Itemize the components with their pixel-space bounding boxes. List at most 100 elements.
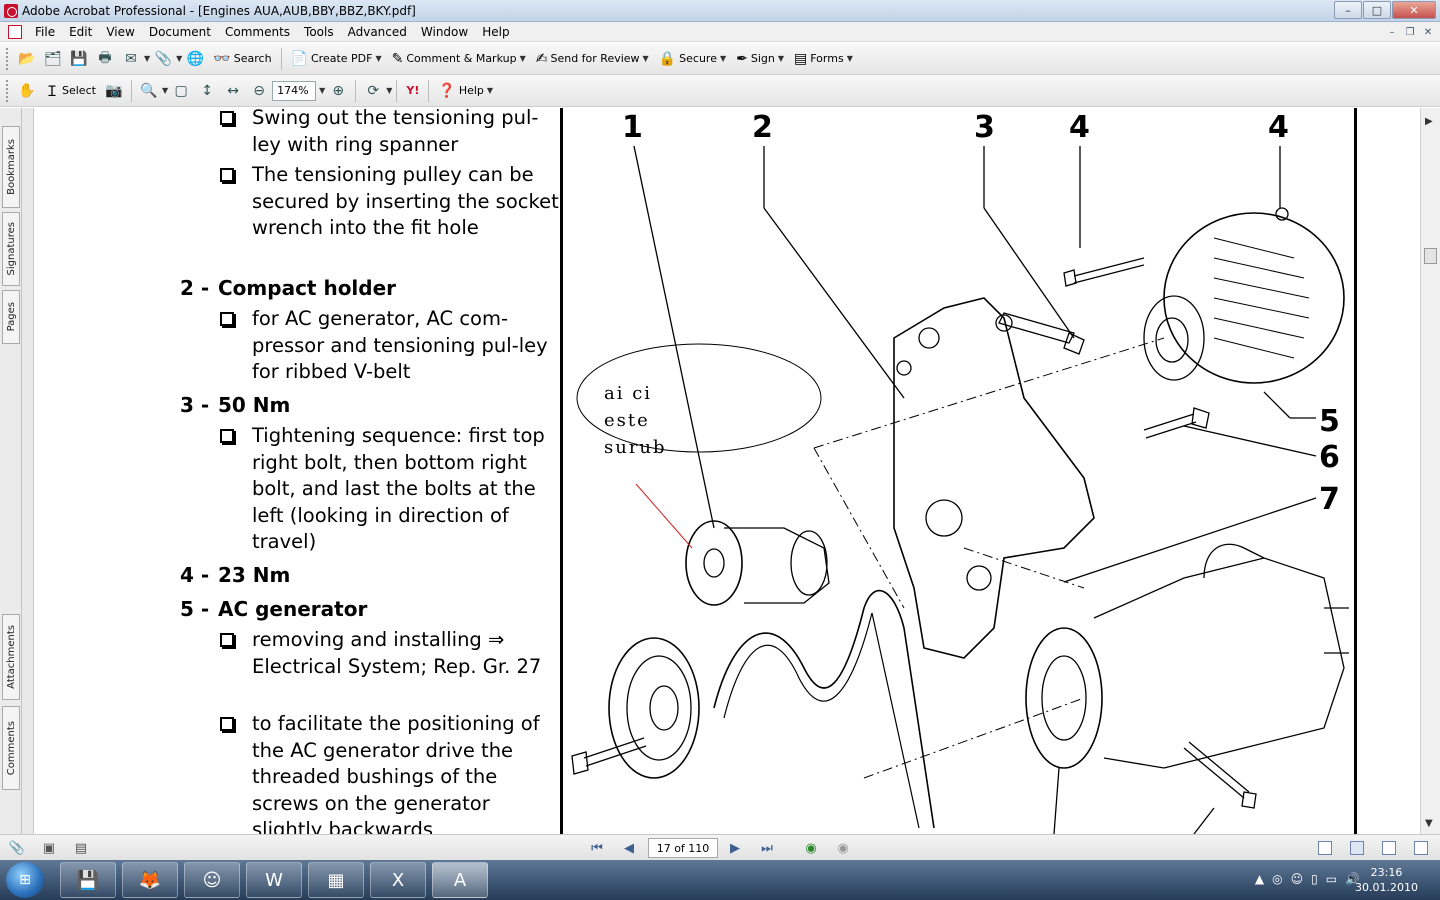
document-window-controls: – ❐ ✕ <box>1384 25 1436 39</box>
print-icon[interactable]: 🖶 <box>94 48 116 70</box>
close-button[interactable]: ✕ <box>1392 1 1436 19</box>
list-item: Tightening sequence: first top right bol… <box>220 423 560 556</box>
rotate-dropdown-icon[interactable]: ▼ <box>386 86 392 95</box>
rotate-view-icon[interactable]: ⟳ <box>362 80 384 102</box>
acrobat-icon <box>4 3 18 18</box>
continuous-view-icon[interactable] <box>1350 841 1364 855</box>
scroll-down-icon[interactable]: ▼ <box>1425 818 1433 829</box>
taskbar-word[interactable]: W <box>246 862 302 898</box>
comment-markup-button[interactable]: ✎ Comment & Markup ▼ <box>387 47 531 71</box>
tab-pages[interactable]: Pages <box>2 290 20 344</box>
zoom-level-dropdown-icon[interactable]: ▼ <box>319 86 325 95</box>
tab-attachments[interactable]: Attachments <box>2 614 20 700</box>
menu-view[interactable]: View <box>99 25 141 39</box>
scroll-thumb[interactable] <box>1424 248 1437 264</box>
continuous-facing-view-icon[interactable] <box>1414 841 1428 855</box>
tab-signatures[interactable]: Signatures <box>2 212 20 286</box>
search-button[interactable]: 👓 Search <box>208 47 276 71</box>
taskbar-yahoo-messenger[interactable]: ☺ <box>184 862 240 898</box>
menu-comments[interactable]: Comments <box>218 25 297 39</box>
doc-minimize-button[interactable]: – <box>1384 25 1400 39</box>
forms-button[interactable]: ▤ Forms ▼ <box>789 47 858 71</box>
organizer-icon[interactable]: 🗂 <box>42 48 64 70</box>
tray-network-icon[interactable]: ◎ <box>1272 872 1282 886</box>
facing-view-icon[interactable] <box>1382 841 1396 855</box>
callout-2: 2 <box>752 110 773 145</box>
menu-document[interactable]: Document <box>142 25 218 39</box>
send-review-button[interactable]: ✍ Send for Review ▼ <box>531 47 654 71</box>
fit-width-icon[interactable]: ↔ <box>222 80 244 102</box>
actual-size-icon[interactable]: ▢ <box>170 80 192 102</box>
page-number-field[interactable]: 17 of 110 <box>648 838 718 858</box>
menu-tools[interactable]: Tools <box>297 25 341 39</box>
menu-file[interactable]: File <box>28 25 62 39</box>
previous-page-button[interactable]: ◀ <box>618 839 640 857</box>
panel-splitter[interactable] <box>22 108 34 834</box>
zoom-level-input[interactable]: 174% <box>272 80 317 101</box>
create-pdf-button[interactable]: 📄 Create PDF ▼ <box>286 47 387 71</box>
web-search-icon[interactable]: 🌐 <box>184 48 206 70</box>
open-folder-icon[interactable]: 📂 <box>16 48 38 70</box>
help-button[interactable]: ❓ Help ▼ <box>433 79 498 103</box>
clock-time: 23:16 <box>1370 866 1403 879</box>
hand-tool-icon[interactable]: ✋ <box>16 80 38 102</box>
menu-advanced[interactable]: Advanced <box>341 25 414 39</box>
secure-button[interactable]: 🔒 Secure ▼ <box>654 47 731 71</box>
menu-help[interactable]: Help <box>475 25 516 39</box>
scroll-up-icon[interactable]: ▶ <box>1425 116 1433 127</box>
engine-diagram: 1 2 3 4 4 5 6 7 ai ci este surub <box>564 108 1356 834</box>
vertical-scrollbar[interactable]: ▶ ▼ <box>1420 108 1440 834</box>
go-back-button[interactable]: ◉ <box>800 839 822 857</box>
zoom-in-icon[interactable]: 🔍 <box>138 80 160 102</box>
document-view[interactable]: Swing out the tensioning pul-ley with ri… <box>34 108 1420 834</box>
save-icon[interactable]: 💾 <box>68 48 90 70</box>
document-icon[interactable] <box>8 24 22 39</box>
attach-status-icon[interactable]: 📎 <box>6 839 28 857</box>
email-icon[interactable]: ✉ <box>120 48 142 70</box>
zoom-plus-icon[interactable]: ⊕ <box>327 80 349 102</box>
yahoo-toolbar-button[interactable]: Y! <box>401 79 424 103</box>
next-page-button[interactable]: ▶ <box>724 839 746 857</box>
tray-device-icon[interactable]: ▯ <box>1311 872 1318 886</box>
start-button[interactable]: ⊞ <box>6 862 44 898</box>
tray-display-icon[interactable]: ▭ <box>1326 872 1337 886</box>
checkbox-bullet-icon <box>220 111 234 125</box>
snapshot-icon[interactable]: 📷 <box>103 80 125 102</box>
toolbar-grip[interactable] <box>6 47 10 70</box>
tab-bookmarks[interactable]: Bookmarks <box>2 126 20 208</box>
doc-restore-button[interactable]: ❐ <box>1402 25 1418 39</box>
page-thumbnail-icon[interactable]: ▣ <box>38 839 60 857</box>
page-layout-icon[interactable]: ▤ <box>70 839 92 857</box>
maximize-button[interactable]: □ <box>1363 1 1391 19</box>
attach-icon[interactable]: 📎 <box>152 48 174 70</box>
doc-close-button[interactable]: ✕ <box>1420 25 1436 39</box>
last-page-button[interactable]: ⏭ <box>756 839 778 857</box>
menu-edit[interactable]: Edit <box>62 25 99 39</box>
taskbar-save-app[interactable]: 💾 <box>60 862 116 898</box>
menu-window[interactable]: Window <box>414 25 475 39</box>
attach-dropdown-icon[interactable]: ▼ <box>176 54 182 63</box>
tray-expand-icon[interactable]: ▲ <box>1255 872 1264 886</box>
zoom-out-icon[interactable]: ⊖ <box>248 80 270 102</box>
zoom-dropdown-icon[interactable]: ▼ <box>162 86 168 95</box>
go-forward-button[interactable]: ◉ <box>832 839 854 857</box>
taskbar-excel[interactable]: X <box>370 862 426 898</box>
fit-page-icon[interactable]: ↕ <box>196 80 218 102</box>
minimize-button[interactable]: – <box>1334 1 1362 19</box>
taskbar-calculator[interactable]: ▦ <box>308 862 364 898</box>
select-tool-button[interactable]: Ｉ Select <box>40 79 101 103</box>
taskbar-acrobat[interactable]: A <box>432 862 488 898</box>
help-label: Help <box>458 84 484 97</box>
toolbar-separator <box>396 79 398 102</box>
single-page-view-icon[interactable] <box>1318 841 1332 855</box>
first-page-button[interactable]: ⏮ <box>586 839 608 857</box>
tab-comments[interactable]: Comments <box>2 706 20 790</box>
status-bar: 📎 ▣ ▤ ⏮ ◀ 17 of 110 ▶ ⏭ ◉ ◉ <box>0 834 1440 860</box>
clock[interactable]: 23:16 30.01.2010 <box>1355 865 1418 895</box>
toolbar-grip[interactable] <box>6 79 10 102</box>
taskbar-firefox[interactable]: 🦊 <box>122 862 178 898</box>
item-number: 3 - <box>180 393 210 417</box>
email-dropdown-icon[interactable]: ▼ <box>144 54 150 63</box>
tray-messenger-icon[interactable]: ☺ <box>1291 872 1304 886</box>
sign-button[interactable]: ✒ Sign ▼ <box>731 47 789 71</box>
